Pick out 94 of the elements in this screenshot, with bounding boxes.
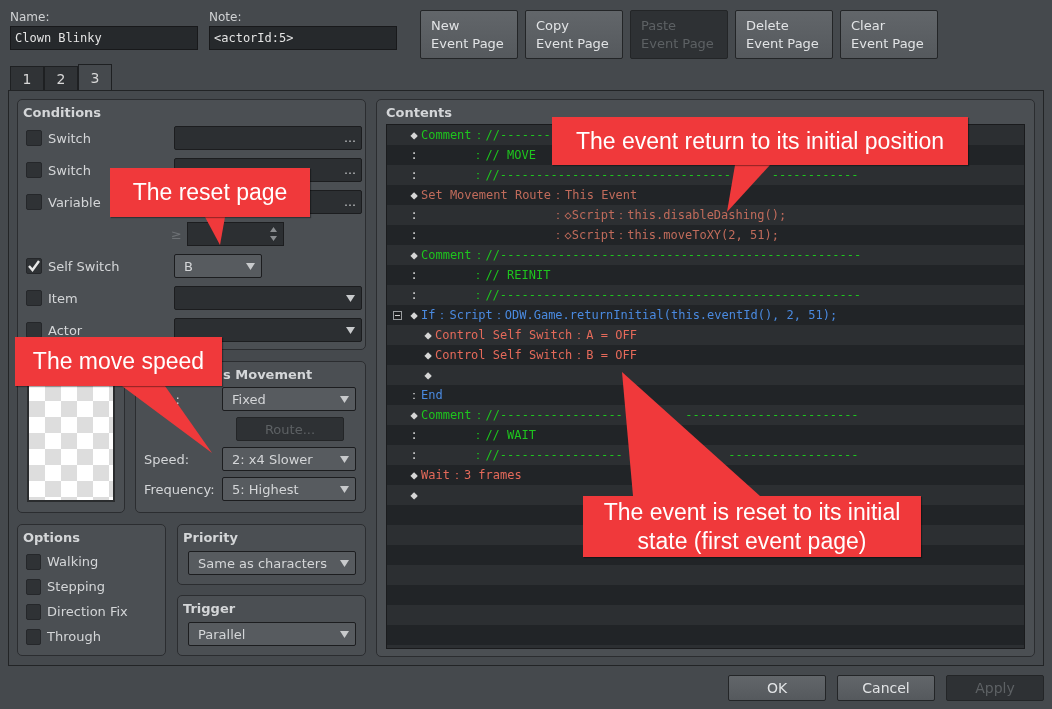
checkbox-label: Actor [48,322,84,338]
callout-tooltip: The event is reset to its initial state (first event page) [583,496,921,557]
separator: ： [449,466,464,484]
command-name: Comment [421,128,472,142]
command-text: // REINIT [485,268,551,282]
command-marker: : [409,428,419,442]
separator: ： [471,126,486,144]
command-marker: ◆ [409,188,419,202]
command-text: A = OFF [586,328,637,342]
command-text: Script：ODW.Game.returnInitial(this.eventId(), 2, 51); [449,306,838,324]
checkbox-label: Self Switch [48,258,121,274]
command-text: B = OFF [586,348,637,362]
checkbox-label: Through [47,629,103,644]
command-text: 3 frames [463,468,522,482]
command-name: Set Movement Route [421,188,552,202]
checkbox-label: Stepping [47,579,107,594]
dropdown-value: 5: Highest [232,481,299,497]
command-marker: ◆ [409,488,419,502]
field-label: : [174,391,180,407]
callout-tooltip: The move speed [15,337,222,386]
command-text: // WAIT [485,428,536,442]
command-marker: : [409,448,419,462]
separator: ： [572,346,587,364]
checkbox-label: Walking [47,554,100,569]
command-text: ------------ [771,168,859,182]
group-title: Trigger [182,600,237,618]
checkbox-label: Switch [48,130,92,146]
dropdown-value: Same as characters [198,555,327,571]
command-marker: : [409,228,419,242]
command-name: Wait [421,468,450,482]
checkbox-label: Variable [48,194,102,210]
field-label: Name: [10,9,51,26]
separator: ： [471,446,486,464]
command-name: End [421,388,443,402]
group-title: s Movement [223,366,313,384]
separator: ： [550,226,564,244]
comparison-sign: ≥ [171,226,183,242]
field-label: Speed: [144,451,191,467]
field-label: Note: [209,9,243,26]
command-text: ◇Script：this.disableDashing(); [564,206,787,224]
separator: ： [471,246,486,264]
command-marker: ◆ [423,348,433,362]
command-marker: : [409,208,419,222]
group-title: Options [22,529,81,547]
command-name: If [421,308,436,322]
command-text: //-------------------------------- [485,168,732,182]
separator: ： [471,166,486,184]
group-title: Priority [182,529,239,547]
dropdown-value: B [184,258,193,274]
separator: ： [435,306,450,324]
command-text: //----------------- [485,448,623,462]
command-name: Comment [421,248,472,262]
field-label: Frequency: [144,481,216,497]
command-text: ◇Script：this.moveToXY(2, 51); [564,226,779,244]
command-marker: ◆ [409,128,419,142]
separator: ： [471,266,486,284]
separator: ： [471,426,486,444]
callout-tooltip: The reset page [110,168,310,217]
separator: ： [572,326,586,344]
command-text: This Event [565,188,638,202]
dropdown-value: Fixed [232,391,266,407]
command-marker: : [409,268,419,282]
command-marker: ◆ [423,368,433,382]
command-marker: : [409,148,419,162]
checkbox-label: Direction Fix [47,604,129,619]
command-text: // MOVE [485,148,536,162]
group-title: Contents [386,104,453,122]
separator: ： [551,186,565,204]
command-marker: ◆ [409,248,419,262]
command-marker: ◆ [423,328,433,342]
command-text: //----------------- [485,408,623,422]
checkbox-label: Item [48,290,79,306]
command-text: ------------------ [728,448,859,462]
dropdown-value: Parallel [198,626,246,642]
command-marker: : [409,168,419,182]
separator: ： [471,406,486,424]
command-text: //-------------------------------------------------- [485,288,862,302]
separator: ： [471,286,486,304]
command-name: Comment [421,408,472,422]
command-marker: ◆ [409,308,419,322]
command-marker: : [409,288,419,302]
separator: ： [471,146,486,164]
separator: ： [550,206,564,224]
command-text: //-------------------------------------------------- [485,248,862,262]
command-text: ------------------------ [685,408,859,422]
dropdown-value: 2: x4 Slower [232,451,313,467]
command-marker: ◆ [409,468,419,482]
checkbox-label: Switch [48,162,92,178]
command-marker: ： [407,386,421,404]
command-text: //------- [485,128,551,142]
command-name: Control Self Switch [435,348,573,362]
command-marker: ◆ [409,408,419,422]
group-title: Conditions [22,104,103,122]
command-name: Control Self Switch [435,328,573,342]
